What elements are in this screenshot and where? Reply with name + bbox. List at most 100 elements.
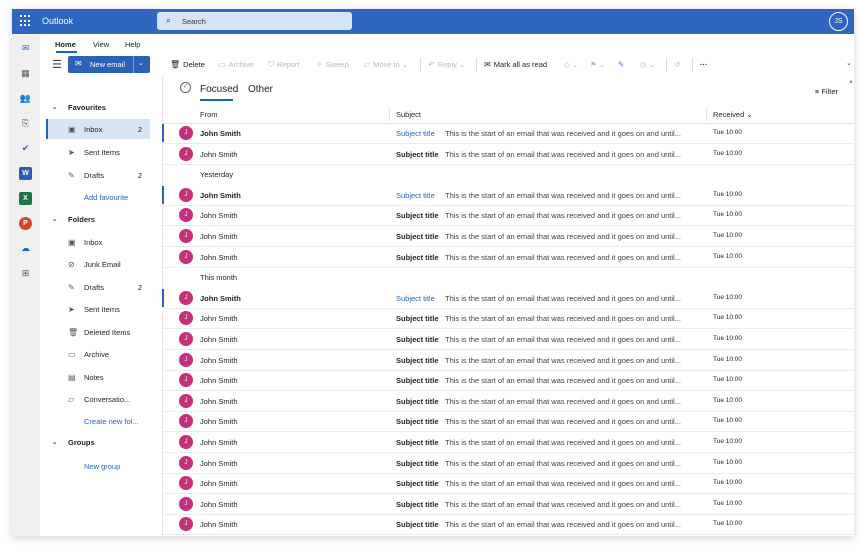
scroll-up-icon[interactable]: ▲ xyxy=(848,79,854,85)
tab-indicator xyxy=(56,51,77,53)
message-row[interactable]: J John Smith Subject title This is the star… xyxy=(163,350,854,371)
message-row[interactable]: J John Smith Subject title This is the star… xyxy=(163,308,854,330)
received-time: Tue 10:00 xyxy=(713,252,743,260)
mail-icon[interactable]: ✉ xyxy=(19,42,32,55)
tag-icon[interactable]: ◇ ⌄ xyxy=(564,60,578,69)
create-folder-link[interactable]: Create new fol... xyxy=(84,417,139,426)
message-row[interactable]: J John Smith Subject title This is the star… xyxy=(163,432,854,453)
flag-icon[interactable]: ⚑ ⌄ xyxy=(590,60,605,69)
message-row[interactable]: J John Smith Subject title This is the star… xyxy=(163,391,854,412)
message-row[interactable]: J John Smith Subject title This is the star… xyxy=(163,226,854,247)
sender-avatar: J xyxy=(179,229,193,243)
app-launcher-icon[interactable] xyxy=(20,15,32,27)
message-row[interactable]: J John Smith Subject title This is the star… xyxy=(162,123,854,144)
sender-name: John Smith xyxy=(200,314,238,324)
new-group-link[interactable]: New group xyxy=(84,462,120,471)
more-options-button[interactable]: ··· xyxy=(700,60,708,69)
undo-icon[interactable]: ↺ xyxy=(674,60,680,69)
subject-text: Subject title xyxy=(396,479,439,489)
hamburger-icon[interactable]: ☰ xyxy=(52,58,62,71)
folder-item-notes[interactable]: ▤ Notes xyxy=(46,367,150,387)
folder-item-deleted[interactable]: 🗑 Deleted Items xyxy=(46,322,150,342)
sender-avatar: J xyxy=(179,496,193,511)
folders-label: Folders xyxy=(68,215,96,224)
app-rail: ✉ ▦ 👥 ⎘ ✔ W X P ☁ ⊞ xyxy=(12,34,40,536)
column-from[interactable]: From xyxy=(200,110,218,119)
unread-count: 2 xyxy=(137,125,142,134)
message-row[interactable]: J John Smith Subject title This is the star… xyxy=(163,411,854,433)
chevron-down-icon[interactable]: ⌄ xyxy=(138,59,144,67)
message-row[interactable]: J John Smith Subject title This is the star… xyxy=(162,185,854,206)
search-input[interactable]: Search xyxy=(182,17,206,26)
send-icon: ➤ xyxy=(68,305,75,314)
select-all-checkbox[interactable]: ✓ xyxy=(180,82,191,93)
received-time: Tue 10:00 xyxy=(713,314,743,322)
mark-all-read-button[interactable]: ✉ Mark all as read xyxy=(484,60,547,69)
column-divider[interactable] xyxy=(389,108,390,121)
people-icon[interactable]: 👥 xyxy=(19,92,32,105)
message-row[interactable]: J John Smith Subject title This is the star… xyxy=(163,514,854,536)
todo-icon[interactable]: ✔ xyxy=(19,142,32,155)
favourite-item-inbox[interactable]: ▣ Inbox 2 xyxy=(46,119,150,139)
favourite-item-sent[interactable]: ➤ Sent Items xyxy=(46,142,150,162)
add-favourite-link[interactable]: Add favourite xyxy=(84,193,128,202)
received-label: Received xyxy=(713,110,745,119)
account-avatar[interactable]: JS xyxy=(829,12,848,31)
move-to-button[interactable]: ▱ Move to ⌄ xyxy=(364,60,408,69)
sender-avatar: J xyxy=(179,332,193,346)
attachment-icon[interactable]: ⎘ xyxy=(19,117,32,130)
word-icon[interactable]: W xyxy=(19,167,32,180)
received-time: Tue 10:00 xyxy=(713,520,743,528)
tab-help[interactable]: Help xyxy=(125,40,140,49)
new-mail-button[interactable]: ✉ New email ⌄ xyxy=(68,56,150,73)
preview-text: This is the start of an email that was r… xyxy=(445,355,681,365)
clock-icon[interactable]: ◷ ⌄ xyxy=(640,60,655,69)
subject-text: Subject title xyxy=(396,211,439,221)
filter-button[interactable]: ≡ Filter xyxy=(815,87,838,96)
report-label: Report xyxy=(277,60,300,69)
folder-item-junk[interactable]: ⊘ Junk Email xyxy=(46,254,150,274)
search-box[interactable]: ⌕ Search xyxy=(157,12,352,30)
onedrive-icon[interactable]: ☁ xyxy=(19,242,32,255)
search-icon: ⌕ xyxy=(166,15,172,25)
message-row[interactable]: J John Smith Subject title This is the star… xyxy=(163,453,854,474)
tab-view[interactable]: View xyxy=(93,40,109,49)
message-row[interactable]: J John Smith Subject title This is the star… xyxy=(163,329,854,350)
folder-item-conversation[interactable]: ▱ Conversatio... xyxy=(46,389,150,409)
subject-text: Subject title xyxy=(396,458,439,468)
folder-item-archive[interactable]: ▭ Archive xyxy=(46,344,150,364)
reply-button[interactable]: ↶ Reply ⌄ xyxy=(428,60,465,69)
message-row[interactable]: J John Smith Subject title This is the star… xyxy=(162,288,854,309)
message-row[interactable]: J John Smith Subject title This is the star… xyxy=(163,205,854,227)
subject-text: Subject title xyxy=(396,149,439,159)
message-row[interactable]: J John Smith Subject title This is the star… xyxy=(163,144,854,165)
delete-button[interactable]: 🗑 Delete xyxy=(170,60,205,69)
powerpoint-icon[interactable]: P xyxy=(19,217,32,230)
report-button[interactable]: ⛉ Report xyxy=(268,60,300,70)
folder-item-inbox[interactable]: ▣ Inbox xyxy=(46,232,150,252)
tab-focused[interactable]: Focused xyxy=(200,84,238,95)
calendar-icon[interactable]: ▦ xyxy=(19,67,32,80)
received-time: Tue 10:00 xyxy=(713,293,743,301)
column-received[interactable]: Received ⌄ xyxy=(713,110,753,119)
message-row[interactable]: J John Smith Subject title This is the star… xyxy=(163,247,854,268)
message-row[interactable]: J John Smith Subject title This is the star… xyxy=(163,473,854,495)
tab-home[interactable]: Home xyxy=(55,40,76,49)
archive-button[interactable]: ▭ Archive xyxy=(218,60,254,69)
ribbon-collapse-icon[interactable]: ⌄ xyxy=(846,59,852,67)
message-row[interactable]: J John Smith Subject title This is the star… xyxy=(163,370,854,392)
column-subject[interactable]: Subject xyxy=(396,110,421,119)
more-apps-icon[interactable]: ⊞ xyxy=(19,267,32,280)
message-row[interactable]: J John Smith Subject title This is the star… xyxy=(163,494,854,515)
folder-item-sent[interactable]: ➤ Sent Items xyxy=(46,299,150,319)
pin-icon[interactable]: ✎ xyxy=(618,60,624,69)
favourite-item-drafts[interactable]: ✎ Drafts 2 xyxy=(46,165,150,185)
tab-other[interactable]: Other xyxy=(248,84,273,95)
inbox-icon: ▣ xyxy=(68,125,76,134)
mail-compose-icon: ✉ xyxy=(75,59,82,68)
column-divider[interactable] xyxy=(706,108,707,121)
sweep-button[interactable]: ✧ Sweep xyxy=(316,60,349,69)
chevron-down-icon: ⌄ xyxy=(52,439,58,446)
folder-item-drafts[interactable]: ✎ Drafts 2 xyxy=(46,277,150,297)
excel-icon[interactable]: X xyxy=(19,192,32,205)
